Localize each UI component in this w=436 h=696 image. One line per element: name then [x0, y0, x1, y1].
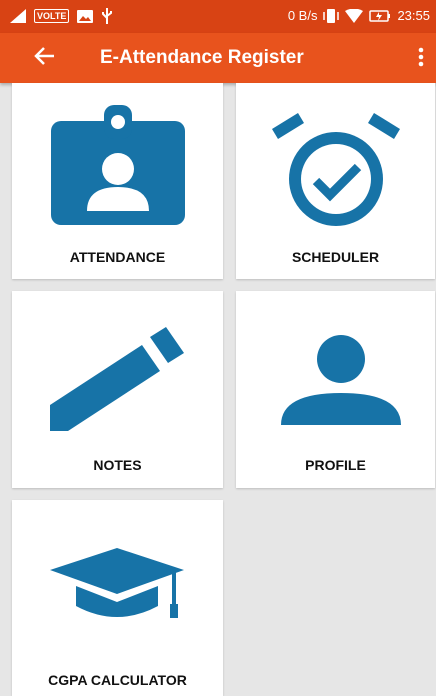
page-title: E-Attendance Register [100, 47, 304, 68]
pencil-icon [50, 327, 184, 431]
tile-label: NOTES [93, 457, 142, 473]
tile-attendance[interactable]: ATTENDANCE [12, 83, 223, 279]
signal-icon [10, 9, 26, 23]
tile-label: SCHEDULER [291, 249, 380, 265]
app-bar: E-Attendance Register [0, 33, 436, 83]
gallery-icon [77, 9, 94, 23]
tile-cgpa-calculator[interactable]: CGPA CALCULATOR [12, 500, 223, 696]
person-icon [281, 335, 401, 425]
volte-badge: VOLTE [34, 9, 70, 23]
wifi-icon [345, 8, 364, 23]
vibrate-icon [323, 8, 340, 23]
tile-label: ATTENDANCE [69, 249, 166, 265]
id-badge-icon [51, 105, 185, 225]
tile-scheduler[interactable]: SCHEDULER [236, 83, 435, 279]
overflow-menu-icon[interactable] [418, 46, 424, 68]
usb-icon [102, 8, 113, 24]
tile-notes[interactable]: NOTES [12, 291, 223, 488]
status-bar: VOLTE 0 B/s 23:55 [0, 0, 436, 33]
tile-label: PROFILE [305, 457, 366, 473]
graduation-cap-icon [50, 548, 184, 618]
clock: 23:55 [397, 8, 430, 23]
tile-label: CGPA CALCULATOR [48, 672, 187, 688]
network-speed: 0 B/s [287, 8, 318, 23]
back-arrow-icon[interactable] [34, 45, 56, 67]
alarm-clock-check-icon [272, 113, 400, 226]
battery-icon [369, 9, 391, 22]
tile-profile[interactable]: PROFILE [236, 291, 435, 488]
